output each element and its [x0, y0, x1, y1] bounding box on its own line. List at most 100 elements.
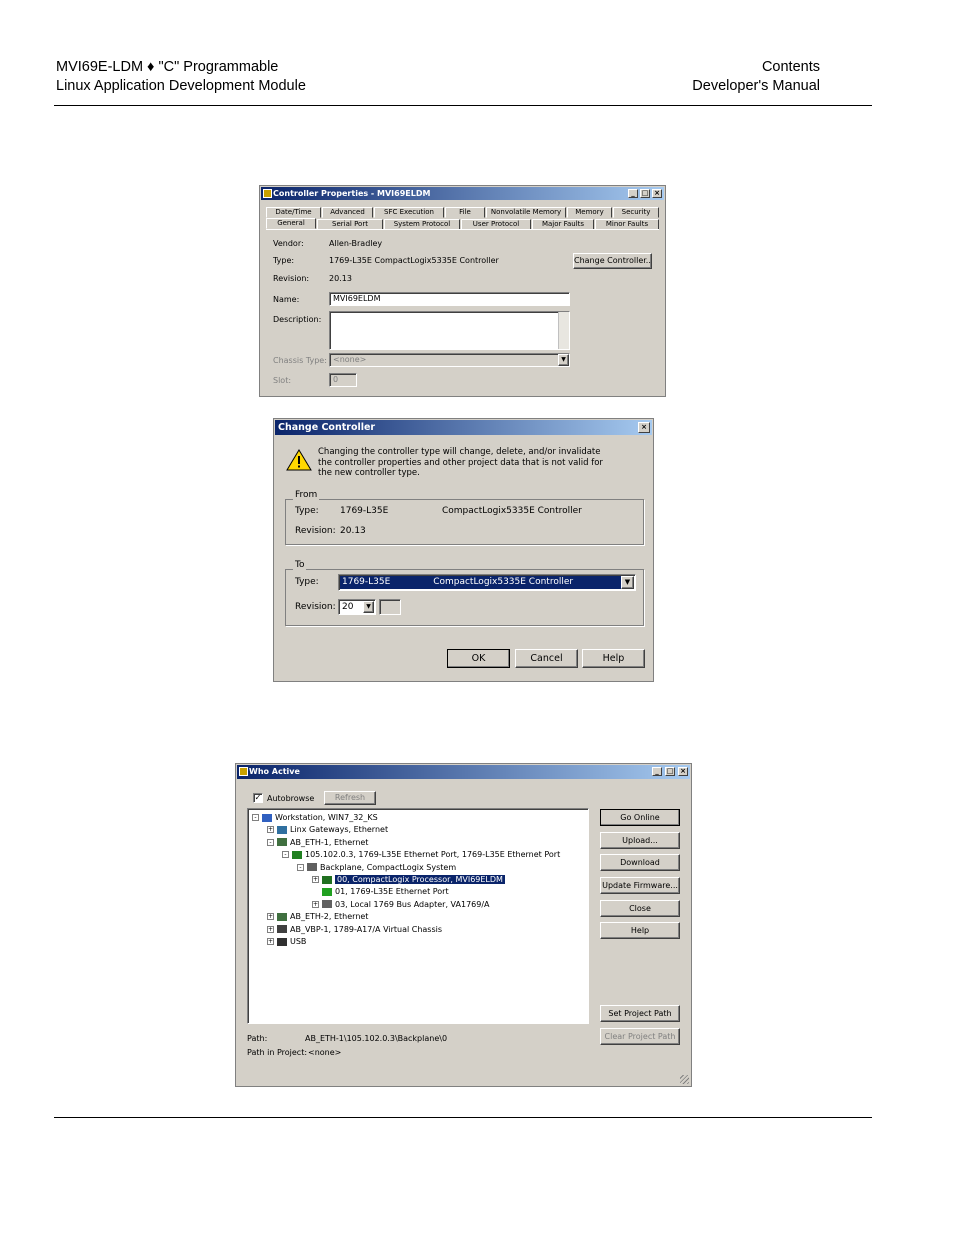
tab-nonvolatile-memory[interactable]: Nonvolatile Memory [486, 207, 566, 218]
close-icon[interactable]: × [678, 767, 688, 776]
tab-file[interactable]: File [445, 207, 485, 218]
vendor-label: Vendor: [273, 239, 304, 248]
maximize-icon[interactable]: □ [665, 767, 675, 776]
tab-advanced[interactable]: Advanced [322, 207, 373, 218]
cancel-button[interactable]: Cancel [515, 649, 578, 668]
close-icon[interactable]: × [638, 422, 650, 433]
device-icon [277, 937, 287, 946]
resize-grip-icon[interactable] [680, 1075, 689, 1084]
device-icon [322, 875, 332, 884]
header-product: MVI69E-LDM ♦ "C" Programmable [56, 59, 279, 75]
minimize-icon[interactable]: _ [628, 189, 638, 198]
device-icon [262, 813, 272, 822]
tree-item-label: AB_ETH-2, Ethernet [290, 912, 369, 922]
tree-item-label: 105.102.0.3, 1769-L35E Ethernet Port, 17… [305, 850, 561, 860]
tree-item[interactable]: 01, 1769-L35E Ethernet Port [312, 886, 449, 897]
expand-icon[interactable]: + [312, 900, 319, 908]
chevron-down-icon[interactable]: ▼ [363, 601, 374, 613]
to-type-select[interactable]: 1769-L35E CompactLogix5335E Controller ▼ [338, 574, 636, 591]
warning-text: Changing the controller type will change… [318, 447, 603, 478]
help-button[interactable]: Help [582, 649, 645, 668]
go-online-button[interactable]: Go Online [600, 809, 680, 826]
expand-icon[interactable]: + [267, 938, 274, 945]
type-value: 1769-L35E CompactLogix5335E Controller [329, 256, 499, 265]
tree-item-label: 00, CompactLogix Processor, MVI69ELDM [335, 875, 505, 884]
tab-date-time[interactable]: Date/Time [266, 207, 321, 218]
close-button[interactable]: Close [600, 900, 680, 917]
description-textarea[interactable] [329, 311, 570, 350]
ok-button[interactable]: OK [447, 649, 510, 668]
device-icon [277, 912, 287, 921]
collapse-icon[interactable]: - [267, 838, 274, 846]
chevron-down-icon[interactable]: ▼ [621, 576, 634, 589]
who-active-titlebar: Who Active _ □ × [237, 765, 690, 779]
header-rule [54, 105, 872, 106]
change-controller-titlebar: Change Controller × [275, 420, 652, 435]
expand-icon[interactable]: + [267, 925, 274, 933]
collapse-icon[interactable]: - [282, 851, 289, 859]
collapse-icon[interactable]: - [297, 863, 304, 871]
device-icon [322, 900, 332, 909]
header-left: MVI69E-LDM ♦ "C" Programmable Linux Appl… [56, 58, 306, 96]
tab-security[interactable]: Security [613, 207, 659, 218]
help-button[interactable]: Help [600, 922, 680, 939]
tree-item-label: AB_ETH-1, Ethernet [290, 837, 369, 847]
description-scrollbar[interactable] [558, 312, 569, 349]
upload-button[interactable]: Upload... [600, 832, 680, 849]
tree-item[interactable]: + AB_ETH-2, Ethernet [267, 911, 368, 922]
footer-rule [54, 1117, 872, 1118]
path-value: AB_ETH-1\105.102.0.3\Backplane\0 [305, 1034, 448, 1043]
revision-label: Revision: [273, 274, 310, 283]
tab-memory[interactable]: Memory [567, 207, 612, 218]
tree-item[interactable]: - AB_ETH-1, Ethernet [267, 837, 368, 848]
device-icon [277, 838, 287, 847]
tree-item[interactable]: + USB [267, 936, 306, 947]
autobrowse-label: Autobrowse [267, 794, 315, 803]
slot-stepper[interactable]: 0 [329, 373, 357, 387]
device-icon [322, 887, 332, 896]
tree-item[interactable]: +03, Local 1769 Bus Adapter, VA1769/A [312, 899, 490, 910]
chassis-type-select[interactable]: <none> [329, 353, 570, 367]
tree-item-label: USB [290, 937, 307, 946]
minimize-icon[interactable]: _ [652, 767, 662, 776]
to-revision-select[interactable]: 20 ▼ [338, 599, 376, 615]
tree-item[interactable]: + AB_VBP-1, 1789-A17/A Virtual Chassis [267, 924, 442, 935]
header-right: Contents Developer's Manual [692, 58, 820, 96]
change-controller-button[interactable]: Change Controller... [573, 253, 652, 269]
chevron-down-icon[interactable]: ▼ [558, 354, 569, 366]
to-revision-minor-field[interactable] [379, 599, 401, 615]
maximize-icon[interactable]: □ [640, 189, 650, 198]
set-project-path-button[interactable]: Set Project Path [600, 1005, 680, 1022]
tab-general[interactable]: General [266, 218, 316, 229]
collapse-icon[interactable]: - [252, 814, 259, 821]
from-revision-label: Revision: [295, 526, 336, 536]
device-icon [307, 863, 317, 872]
autobrowse-checkbox[interactable]: ✓ [253, 793, 263, 803]
tree-item-label: Linx Gateways, Ethernet [290, 825, 389, 835]
clear-project-path-button[interactable]: Clear Project Path [600, 1028, 680, 1045]
tree-item[interactable]: - 105.102.0.3, 1769-L35E Ethernet Port, 1… [282, 849, 560, 860]
expand-icon[interactable]: + [267, 913, 274, 921]
tree-item[interactable]: + Linx Gateways, Ethernet [267, 824, 388, 835]
from-type-desc: CompactLogix5335E Controller [442, 506, 582, 516]
device-tree[interactable]: - Workstation, WIN7_32_KS + Linx Gateways, … [247, 808, 589, 1024]
device-icon [292, 850, 302, 859]
controller-properties-titlebar: Controller Properties - MVI69ELDM _ □ × [261, 187, 664, 200]
expand-icon[interactable]: + [267, 826, 274, 834]
tree-item[interactable]: - Workstation, WIN7_32_KS [252, 812, 378, 823]
download-button[interactable]: Download [600, 854, 680, 871]
header-subtitle: Linux Application Development Module [56, 78, 306, 94]
tab-sfc-execution[interactable]: SFC Execution [374, 207, 444, 218]
name-input[interactable]: MVI69ELDM [329, 292, 570, 306]
refresh-button[interactable]: Refresh [324, 791, 376, 805]
path-label: Path: [247, 1034, 268, 1043]
app-icon [263, 189, 272, 198]
expand-icon[interactable]: + [312, 876, 319, 883]
path-in-project-label: Path in Project: [247, 1048, 308, 1057]
update-firmware-button[interactable]: Update Firmware... [600, 877, 680, 894]
device-icon [277, 925, 287, 934]
tree-item[interactable]: - Backplane, CompactLogix System [297, 862, 456, 873]
close-icon[interactable]: × [652, 189, 662, 198]
from-group-title: From [293, 490, 320, 501]
tree-item[interactable]: +00, CompactLogix Processor, MVI69ELDM [312, 874, 505, 885]
